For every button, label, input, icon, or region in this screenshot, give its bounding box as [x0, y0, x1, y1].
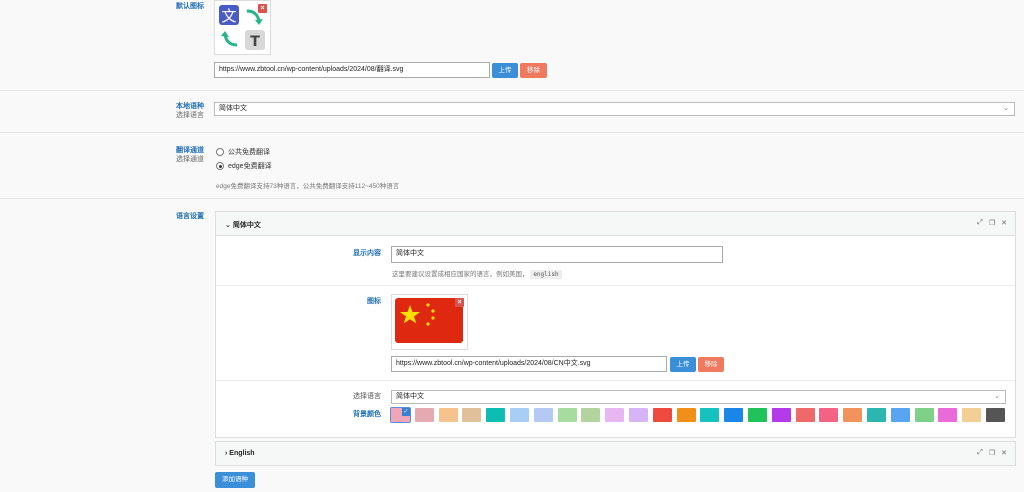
- radio-checked-icon: [216, 162, 224, 170]
- color-swatch[interactable]: [938, 408, 958, 422]
- color-swatch[interactable]: [652, 408, 672, 422]
- panel-tools: ⤢ ❐ ✕: [977, 449, 1007, 457]
- panel-icon-label: 图标: [367, 298, 381, 305]
- language-settings-label: 语言设置: [176, 213, 204, 220]
- color-swatch[interactable]: [748, 408, 767, 422]
- default-icon-remove-icon[interactable]: ×: [258, 4, 267, 13]
- local-language-value: 简体中文: [219, 105, 247, 112]
- copy-icon[interactable]: ❐: [989, 219, 995, 227]
- color-swatch[interactable]: [629, 408, 648, 422]
- language-panel-header[interactable]: ⌄ 简体中文 ⤢ ❐ ✕: [216, 212, 1015, 236]
- expand-icon[interactable]: ⤢: [977, 449, 983, 457]
- default-icon-remove-button[interactable]: 移除: [520, 63, 547, 78]
- color-swatch[interactable]: [700, 408, 720, 422]
- color-swatch[interactable]: [819, 408, 839, 422]
- color-swatch[interactable]: [462, 408, 482, 422]
- expand-icon[interactable]: ⤢: [977, 219, 983, 227]
- language-settings-row: 语言设置 ⌄ 简体中文 ⤢ ❐ ✕ 显示内容 简体中文 这里要建议设置成相应国家…: [0, 199, 1024, 492]
- color-swatch[interactable]: [795, 408, 815, 422]
- chevron-down-icon: ⌄: [1003, 105, 1009, 112]
- close-icon[interactable]: ✕: [1001, 449, 1007, 457]
- local-language-row: 本地语种 选择语言 简体中文 ⌄: [0, 91, 1024, 133]
- color-swatch[interactable]: [605, 408, 625, 422]
- color-swatch[interactable]: [914, 408, 934, 422]
- display-content-row: 显示内容 简体中文 这里要建议设置成相应国家的语言，例如美国， english: [216, 237, 1015, 286]
- default-icon-preview: 文 T ×: [214, 0, 271, 55]
- chevron-right-icon: ›: [225, 450, 228, 457]
- display-content-label: 显示内容: [353, 250, 381, 257]
- flag-upload-button[interactable]: 上传: [670, 357, 696, 372]
- default-icon-label: 默认图标: [176, 3, 204, 10]
- color-swatch[interactable]: [962, 408, 982, 422]
- svg-text:T: T: [250, 34, 260, 50]
- language-panel-title: ⌄ 简体中文: [225, 222, 261, 229]
- select-language-row: 选择语言 简体中文 ⌄ 背景颜色 ✓: [216, 381, 1015, 438]
- language-panel-en: › English ⤢ ❐ ✕: [215, 441, 1016, 466]
- translation-channel-row: 翻译通道 选择通道 公共免费翻译 edge免费翻译 edge免费翻译支持73种语…: [0, 133, 1024, 199]
- local-language-label: 本地语种 选择语言: [176, 103, 204, 119]
- flag-remove-button[interactable]: 移除: [698, 357, 724, 372]
- display-content-help: 这里要建议设置成相应国家的语言，例如美国， english: [392, 268, 562, 279]
- panel-icon-row: 图标 × https://www.zbtool.cn/wp-content/up…: [216, 286, 1015, 381]
- color-swatch[interactable]: [724, 408, 744, 422]
- channel-radio-public[interactable]: 公共免费翻译: [216, 147, 270, 157]
- language-panel-header[interactable]: › English ⤢ ❐ ✕: [216, 442, 1015, 465]
- color-swatch[interactable]: [986, 408, 1005, 422]
- panel-tools: ⤢ ❐ ✕: [977, 219, 1007, 227]
- color-swatch[interactable]: [486, 408, 506, 422]
- copy-icon[interactable]: ❐: [989, 449, 995, 457]
- color-swatch[interactable]: [771, 408, 791, 422]
- flag-url-input[interactable]: https://www.zbtool.cn/wp-content/uploads…: [391, 356, 667, 372]
- close-icon[interactable]: ✕: [1001, 219, 1007, 227]
- default-icon-upload-button[interactable]: 上传: [492, 63, 518, 78]
- color-swatch[interactable]: [438, 408, 458, 422]
- color-swatch[interactable]: [843, 408, 863, 422]
- language-panel-zh: ⌄ 简体中文 ⤢ ❐ ✕ 显示内容 简体中文 这里要建议设置成相应国家的语言，例…: [215, 211, 1016, 438]
- bg-color-label: 背景颜色: [353, 411, 381, 418]
- default-icon-row: 默认图标 文 T × https://www.zbtool.cn/wp-cont…: [0, 0, 1024, 91]
- color-swatch[interactable]: [581, 408, 601, 422]
- select-language-label: 选择语言: [353, 393, 381, 400]
- color-swatch[interactable]: ✓: [390, 407, 411, 423]
- translation-channel-help: edge免费翻译支持73种语言，公共免费翻译支持112~450种语言: [216, 183, 400, 190]
- color-swatch[interactable]: [890, 408, 910, 422]
- color-swatch[interactable]: [510, 408, 529, 422]
- select-language-value: 简体中文: [396, 393, 424, 400]
- swatch-list: ✓: [390, 407, 1011, 424]
- local-language-select[interactable]: 简体中文 ⌄: [214, 102, 1015, 116]
- color-swatch[interactable]: [533, 408, 553, 422]
- flag-preview: ×: [391, 294, 468, 350]
- channel-radio-edge[interactable]: edge免费翻译: [216, 161, 272, 171]
- default-icon-url-input[interactable]: https://www.zbtool.cn/wp-content/uploads…: [214, 62, 490, 78]
- flag-remove-icon[interactable]: ×: [455, 298, 464, 307]
- color-swatch[interactable]: [557, 408, 577, 422]
- language-panel-title: › English: [225, 450, 255, 457]
- select-language-select[interactable]: 简体中文 ⌄: [391, 390, 1006, 404]
- check-icon: ✓: [402, 408, 410, 416]
- radio-circle-icon: [216, 148, 224, 156]
- add-language-button[interactable]: 添加语种: [215, 472, 255, 488]
- color-swatch[interactable]: [676, 408, 696, 422]
- chevron-down-icon: ⌄: [225, 222, 231, 229]
- translation-channel-label: 翻译通道 选择通道: [176, 147, 204, 163]
- color-swatch[interactable]: [867, 408, 886, 422]
- chevron-down-icon: ⌄: [994, 393, 1000, 400]
- svg-text:文: 文: [221, 7, 236, 25]
- color-swatch[interactable]: [414, 408, 434, 422]
- display-content-input[interactable]: 简体中文: [391, 246, 723, 263]
